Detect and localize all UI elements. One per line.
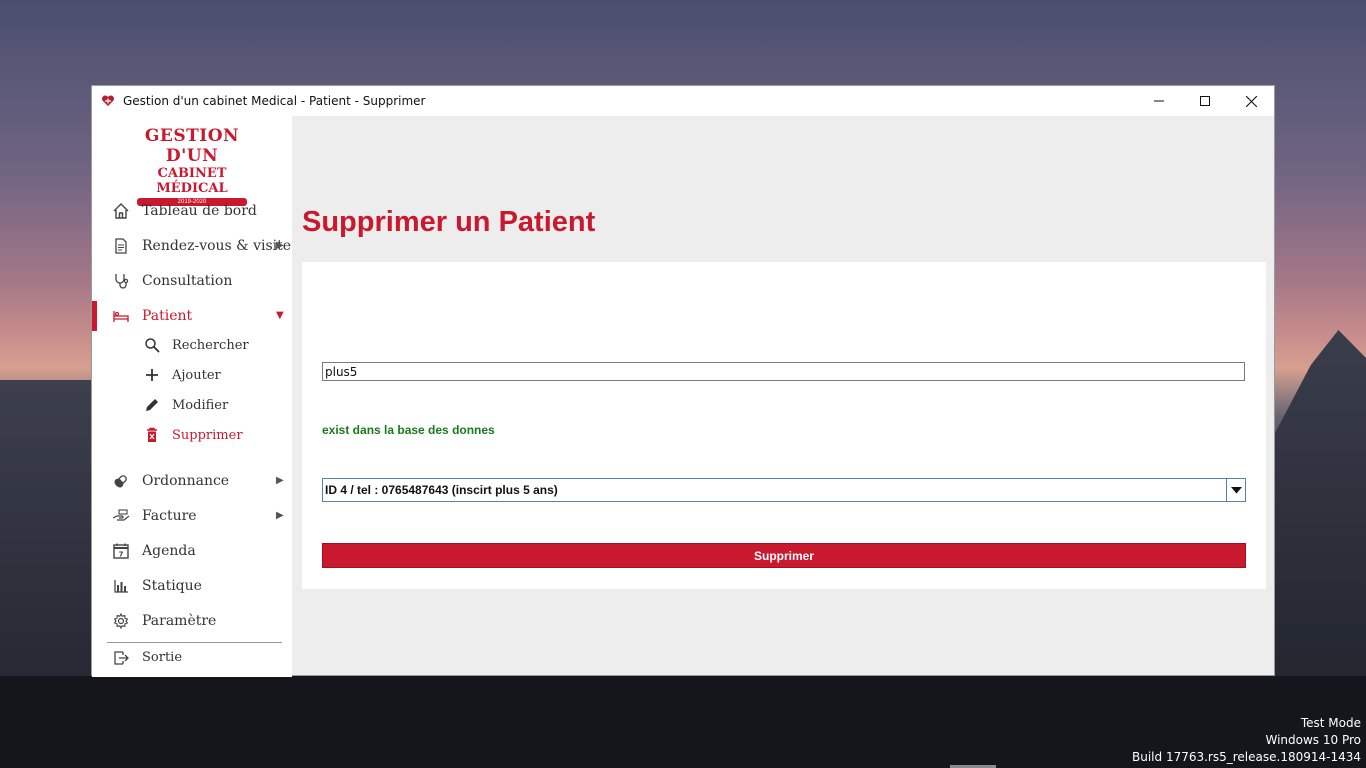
page-title: Supprimer un Patient — [302, 206, 596, 238]
app-window: Gestion d'un cabinet Medical - Patient -… — [91, 85, 1275, 677]
delete-patient-panel: exist dans la base des donnes ID 4 / tel… — [302, 262, 1266, 589]
sidebar: GESTION D'UN CABINET MÉDICAL 2019-2020 T… — [92, 116, 292, 677]
search-icon — [144, 337, 160, 353]
sidebar-subitem-label: Rechercher — [172, 338, 249, 353]
logo-line-1: GESTION D'UN — [144, 126, 240, 166]
calendar-icon: 7 — [112, 542, 130, 560]
pencil-icon — [144, 397, 160, 413]
logo-line-2: CABINET MÉDICAL — [156, 166, 228, 196]
watermark-line-1: Test Mode — [1300, 716, 1361, 730]
os-watermark: Test Mode Windows 10 Pro Build 17763.rs5… — [1132, 715, 1361, 766]
sidebar-item-label: Consultation — [142, 273, 233, 289]
exit-icon — [112, 649, 130, 667]
bar-chart-icon — [112, 577, 130, 595]
gear-icon — [112, 612, 130, 630]
sidebar-item-consultation[interactable]: Consultation — [92, 266, 292, 296]
title-bar[interactable]: Gestion d'un cabinet Medical - Patient -… — [92, 86, 1274, 116]
window-title: Gestion d'un cabinet Medical - Patient -… — [123, 94, 426, 108]
hand-money-icon — [112, 507, 130, 525]
document-icon — [112, 237, 130, 255]
app-logo: GESTION D'UN CABINET MÉDICAL 2019-2020 — [122, 126, 262, 206]
stethoscope-icon — [112, 272, 130, 290]
sidebar-item-statistics[interactable]: Statique — [92, 571, 292, 601]
sidebar-item-label: Tableau de bord — [142, 203, 257, 219]
patient-search-input[interactable] — [322, 362, 1245, 381]
chevron-down-icon — [1230, 486, 1242, 493]
sidebar-item-label: Paramètre — [142, 613, 217, 629]
desktop-mountain-right — [1274, 330, 1366, 680]
sidebar-item-label: Agenda — [142, 543, 196, 559]
maximize-button[interactable] — [1182, 86, 1228, 116]
sidebar-item-label: Ordonnance — [142, 473, 230, 489]
bed-icon — [112, 307, 130, 325]
home-icon — [112, 202, 130, 220]
sidebar-item-dashboard[interactable]: Tableau de bord — [92, 196, 292, 226]
sidebar-item-invoice[interactable]: Facture ▶ — [92, 501, 292, 531]
app-heart-icon — [101, 94, 115, 108]
chevron-right-icon: ▶ — [276, 475, 284, 486]
minimize-button[interactable] — [1136, 86, 1182, 116]
sidebar-item-settings[interactable]: Paramètre — [92, 606, 292, 636]
chevron-down-icon: ▼ — [276, 310, 284, 321]
patient-select-value: ID 4 / tel : 0765487643 (inscirt plus 5 … — [325, 483, 558, 497]
window-controls — [1136, 86, 1274, 116]
trash-icon — [144, 427, 160, 443]
sidebar-item-prescription[interactable]: Ordonnance ▶ — [92, 466, 292, 496]
sidebar-item-label: Patient — [142, 308, 193, 324]
sidebar-item-label: Statique — [142, 578, 202, 594]
close-button[interactable] — [1228, 86, 1274, 116]
active-indicator — [92, 301, 97, 331]
chevron-right-icon: ▶ — [276, 240, 284, 251]
sidebar-item-label: Sortie — [142, 650, 183, 665]
patient-select[interactable]: ID 4 / tel : 0765487643 (inscirt plus 5 … — [322, 478, 1246, 502]
sidebar-item-patient[interactable]: Patient ▼ — [92, 301, 292, 331]
dropdown-button[interactable] — [1226, 479, 1245, 501]
sidebar-subitem-add[interactable]: Ajouter — [92, 362, 292, 390]
chevron-right-icon: ▶ — [276, 510, 284, 521]
minimize-icon — [1154, 100, 1164, 102]
sidebar-item-exit[interactable]: Sortie — [92, 643, 292, 673]
sidebar-item-agenda[interactable]: 7 Agenda — [92, 536, 292, 566]
desktop-mountain-left — [0, 380, 92, 680]
delete-button[interactable]: Supprimer — [322, 543, 1246, 568]
main-content: Supprimer un Patient exist dans la base … — [292, 116, 1274, 677]
maximize-icon — [1200, 96, 1210, 106]
calendar-day: 7 — [119, 551, 124, 559]
sidebar-subitem-delete[interactable]: Supprimer — [92, 422, 292, 450]
pill-icon — [112, 472, 130, 490]
sidebar-item-label: Facture — [142, 508, 197, 524]
sidebar-subitem-label: Supprimer — [172, 428, 243, 443]
sidebar-subitem-search[interactable]: Rechercher — [92, 332, 292, 360]
sidebar-item-label: Rendez-vous & visite — [142, 238, 292, 254]
sidebar-subitem-edit[interactable]: Modifier — [92, 392, 292, 420]
sidebar-subitem-label: Ajouter — [172, 368, 221, 383]
watermark-line-2: Windows 10 Pro — [1265, 733, 1361, 747]
sidebar-item-appointments[interactable]: Rendez-vous & visite ▶ — [92, 231, 292, 261]
close-icon — [1245, 95, 1257, 107]
plus-icon — [144, 367, 160, 383]
status-message: exist dans la base des donnes — [322, 423, 495, 437]
watermark-line-3: Build 17763.rs5_release.180914-1434 — [1132, 750, 1361, 764]
sidebar-subitem-label: Modifier — [172, 398, 229, 413]
